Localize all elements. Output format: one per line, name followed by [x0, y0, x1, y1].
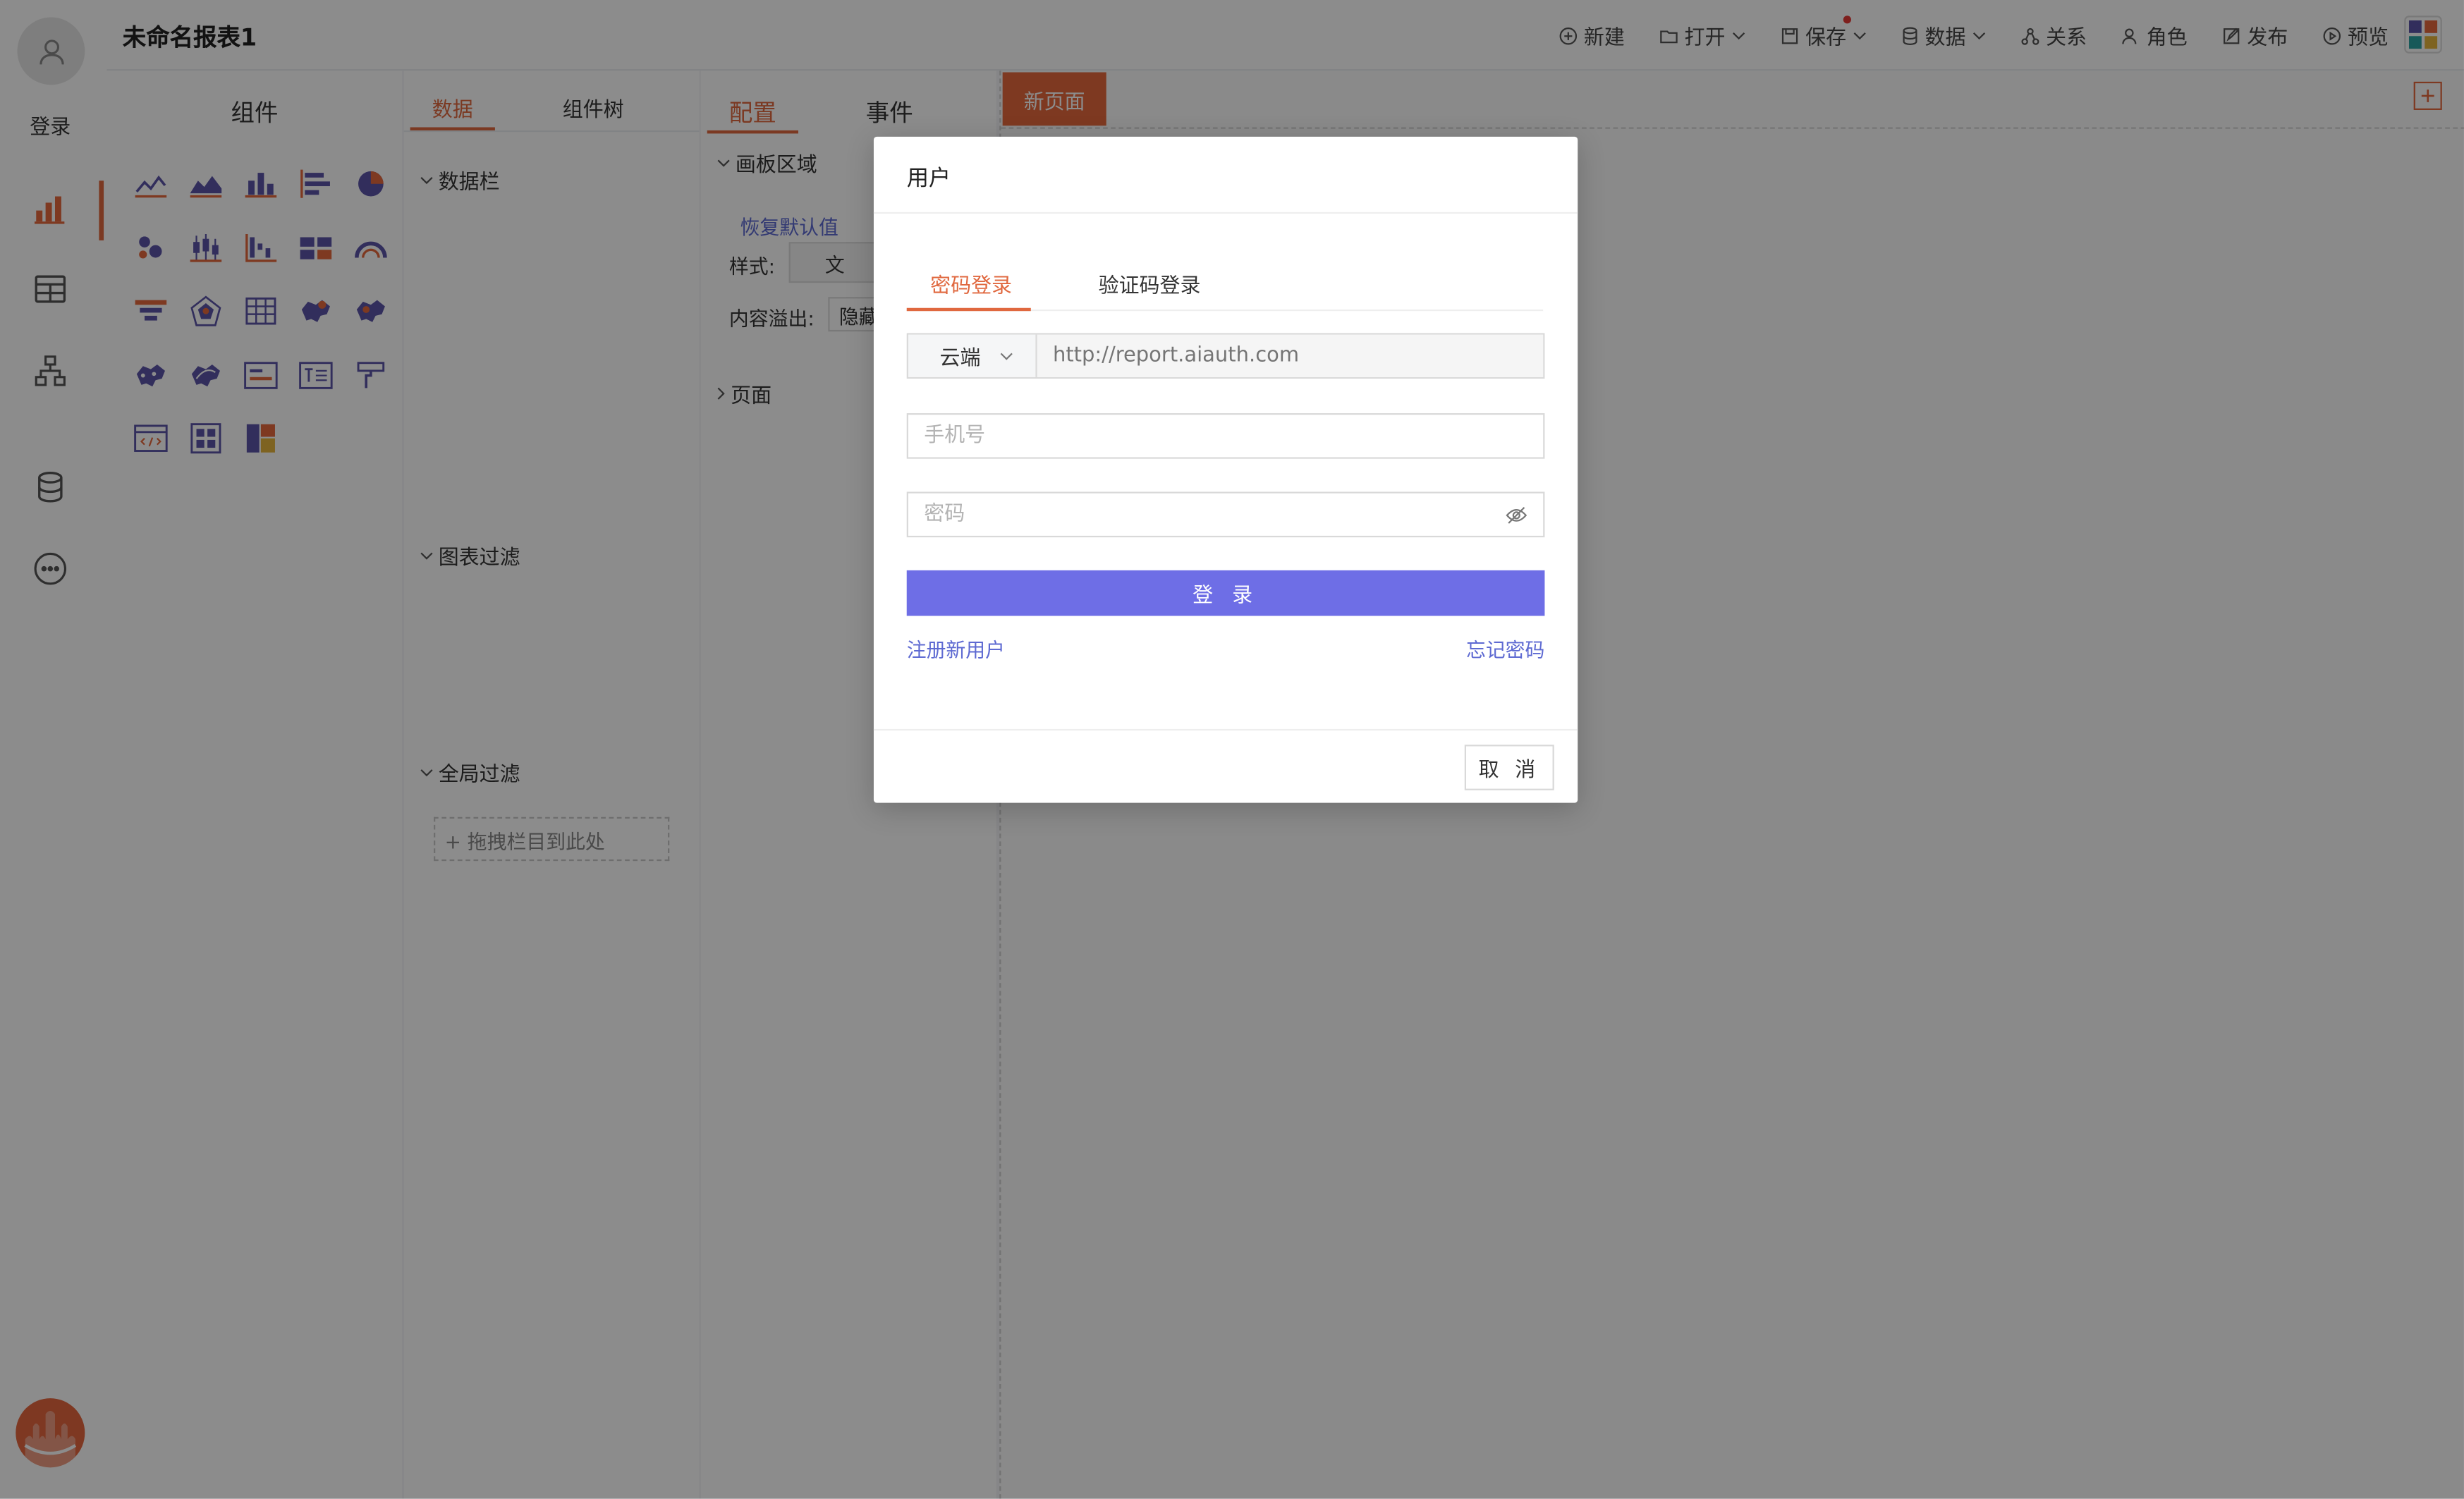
cancel-button[interactable]: 取 消 — [1464, 745, 1554, 790]
server-url-input[interactable] — [1037, 334, 1544, 377]
modal-footer: 取 消 — [873, 728, 1578, 803]
phone-input[interactable] — [906, 413, 1545, 459]
login-button[interactable]: 登 录 — [906, 570, 1545, 616]
tab-code-login[interactable]: 验证码登录 — [1099, 269, 1201, 298]
register-link[interactable]: 注册新用户 — [907, 633, 1005, 663]
server-select[interactable]: 云端 — [908, 334, 1037, 377]
active-tab-underline — [906, 307, 1031, 312]
tab-password-login[interactable]: 密码登录 — [930, 269, 1012, 298]
eye-hidden-icon[interactable] — [1506, 504, 1527, 526]
login-modal: 用户 密码登录 验证码登录 云端 登 录 注册新用户 忘记密码 取 消 — [873, 136, 1578, 803]
modal-header: 用户 — [873, 137, 1578, 214]
chevron-down-icon — [1000, 352, 1013, 360]
server-select-value: 云端 — [939, 347, 981, 371]
server-url-row: 云端 — [906, 333, 1545, 379]
forgot-password-link[interactable]: 忘记密码 — [1466, 633, 1544, 663]
modal-title: 用户 — [906, 166, 951, 192]
password-input[interactable] — [906, 491, 1545, 538]
